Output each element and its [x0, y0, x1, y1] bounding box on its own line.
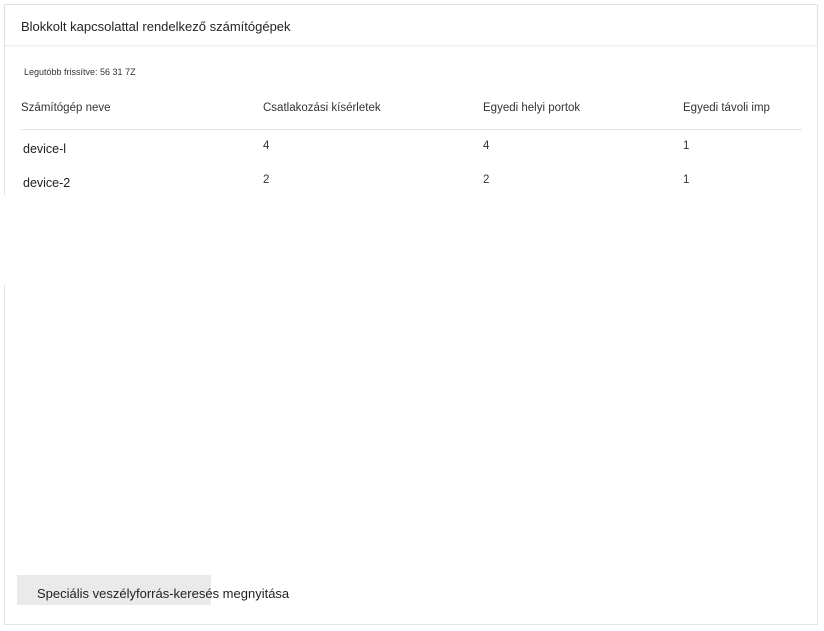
local-ports-cell: 2 — [483, 174, 490, 186]
blocked-devices-card: Blokkolt kapcsolattal rendelkező számító… — [1, 4, 818, 625]
remote-ips-cell: 1 — [683, 174, 690, 186]
attempts-cell: 2 — [263, 174, 270, 186]
table-header-row: Számítógép neve Csatlakozási kísérletek … — [21, 95, 802, 130]
remote-ips-cell: 1 — [683, 140, 690, 152]
table-row[interactable]: device-l 4 4 1 — [21, 130, 802, 164]
column-header-unique-remote-ips[interactable]: Egyedi távoli imp — [683, 102, 770, 114]
attempts-cell: 4 — [263, 140, 270, 152]
column-header-unique-local-ports[interactable]: Egyedi helyi portok — [483, 102, 580, 114]
border-gap — [1, 195, 11, 285]
last-updated-text: Legutóbb frissítve: 56 31 7Z — [24, 67, 136, 77]
card-title: Blokkolt kapcsolattal rendelkező számító… — [21, 19, 291, 34]
local-ports-cell: 4 — [483, 140, 490, 152]
column-header-device-name[interactable]: Számítógép neve — [21, 102, 111, 114]
devices-table: Számítógép neve Csatlakozási kísérletek … — [21, 95, 802, 198]
table-row[interactable]: device-2 2 2 1 — [21, 164, 802, 198]
device-name-cell[interactable]: device-2 — [23, 176, 70, 190]
card-header: Blokkolt kapcsolattal rendelkező számító… — [5, 5, 817, 46]
column-header-connection-attempts[interactable]: Csatlakozási kísérletek — [263, 102, 381, 114]
open-advanced-hunting-label[interactable]: Speciális veszélyforrás-keresés megnyitá… — [37, 586, 289, 601]
device-name-cell[interactable]: device-l — [23, 142, 66, 156]
